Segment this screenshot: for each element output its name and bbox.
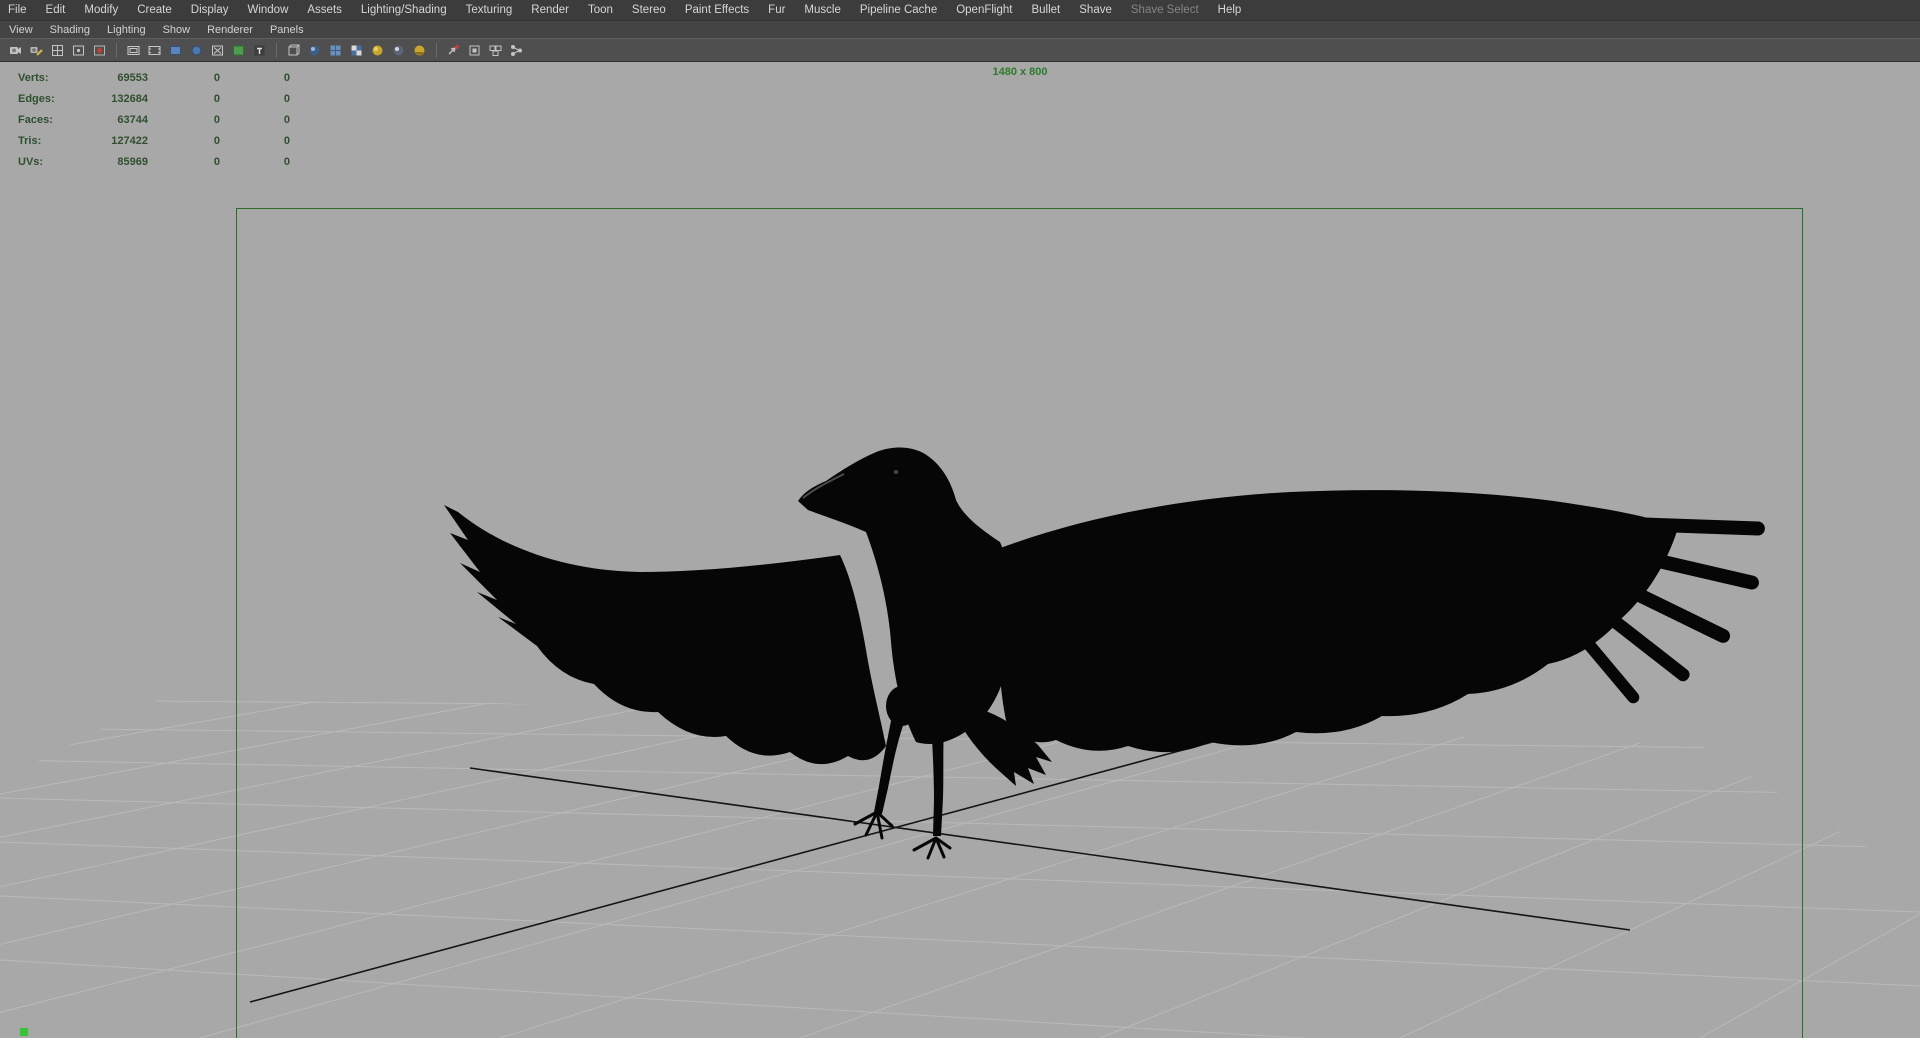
ground-grid xyxy=(0,699,1920,1038)
hud-verts-value: 69553 xyxy=(117,72,148,84)
menu-toon[interactable]: Toon xyxy=(588,4,613,16)
use-default-material-icon[interactable] xyxy=(347,41,366,60)
menu-paint-effects[interactable]: Paint Effects xyxy=(685,4,749,16)
hud-edges-value: 132684 xyxy=(111,93,148,105)
panel-menu-shading[interactable]: Shading xyxy=(50,24,90,36)
poly-count-hud: Verts: 69553 0 0 Edges: 132684 0 0 Faces… xyxy=(18,68,290,173)
hud-edges-col2: 0 xyxy=(213,93,220,105)
isolate-select-icon[interactable] xyxy=(444,41,463,60)
panel-menu-renderer[interactable]: Renderer xyxy=(207,24,253,36)
main-menubar: File Edit Modify Create Display Window A… xyxy=(0,0,1920,20)
hud-edges-label: Edges: xyxy=(18,93,55,105)
menu-create[interactable]: Create xyxy=(137,4,172,16)
maya-window: File Edit Modify Create Display Window A… xyxy=(0,0,1920,1038)
hud-verts-col2: 0 xyxy=(213,72,220,84)
menu-render[interactable]: Render xyxy=(531,4,569,16)
menu-file[interactable]: File xyxy=(8,4,27,16)
menu-pipeline-cache[interactable]: Pipeline Cache xyxy=(860,4,937,16)
gate-mask-icon[interactable] xyxy=(166,41,185,60)
select-camera-icon[interactable] xyxy=(6,41,25,60)
panel-menu-panels[interactable]: Panels xyxy=(270,24,304,36)
menu-openflight[interactable]: OpenFlight xyxy=(956,4,1012,16)
multi-view-icon[interactable] xyxy=(486,41,505,60)
panel-toolbar xyxy=(0,38,1920,62)
menu-shave-select: Shave Select xyxy=(1130,4,1199,16)
textured-icon[interactable] xyxy=(326,41,345,60)
viewport-status-dot xyxy=(20,1028,28,1036)
hud-uvs-col2: 0 xyxy=(213,156,220,168)
hud-tris-label: Tris: xyxy=(18,135,42,147)
hud-verts-label: Verts: xyxy=(18,72,49,84)
eye-highlight xyxy=(894,470,898,474)
film-gate-icon[interactable] xyxy=(124,41,143,60)
menu-modify[interactable]: Modify xyxy=(84,4,118,16)
toolbar-separator xyxy=(116,42,117,58)
two-d-pan-zoom-icon[interactable] xyxy=(90,41,109,60)
menu-assets[interactable]: Assets xyxy=(307,4,342,16)
toolbar-separator xyxy=(436,42,437,58)
shadows-icon[interactable] xyxy=(389,41,408,60)
raven-model[interactable] xyxy=(444,447,1765,860)
hud-faces-col2: 0 xyxy=(213,114,220,126)
hud-faces-value: 63744 xyxy=(117,114,148,126)
resolution-gate-icon[interactable] xyxy=(145,41,164,60)
camera-attributes-icon[interactable] xyxy=(27,41,46,60)
image-plane-icon[interactable] xyxy=(69,41,88,60)
all-lights-icon[interactable] xyxy=(368,41,387,60)
hud-edges-col3: 0 xyxy=(283,93,290,105)
menu-edit[interactable]: Edit xyxy=(46,4,66,16)
menu-fur[interactable]: Fur xyxy=(768,4,785,16)
panel-menubar: View Shading Lighting Show Renderer Pane… xyxy=(0,20,1920,38)
textures-icon[interactable] xyxy=(410,41,429,60)
hud-verts-col3: 0 xyxy=(283,72,290,84)
menu-display[interactable]: Display xyxy=(191,4,229,16)
menu-window[interactable]: Window xyxy=(247,4,288,16)
hud-uvs-value: 85969 xyxy=(117,156,148,168)
hud-tris-value: 127422 xyxy=(111,135,148,147)
viewport-3d[interactable] xyxy=(0,62,1920,1038)
menu-stereo[interactable]: Stereo xyxy=(632,4,666,16)
hud-faces-col3: 0 xyxy=(283,114,290,126)
menu-muscle[interactable]: Muscle xyxy=(804,4,840,16)
safe-action-icon[interactable] xyxy=(208,41,227,60)
viewport-scene xyxy=(0,447,1920,1038)
toolbar-separator xyxy=(276,42,277,58)
hud-toggle-icon[interactable] xyxy=(250,41,269,60)
resolution-gate-label: 1480 x 800 xyxy=(992,66,1048,78)
hud-tris-col3: 0 xyxy=(283,135,290,147)
menu-texturing[interactable]: Texturing xyxy=(466,4,513,16)
panel-menu-view[interactable]: View xyxy=(9,24,33,36)
shader-network-icon[interactable] xyxy=(507,41,526,60)
menu-help[interactable]: Help xyxy=(1218,4,1242,16)
hud-uvs-label: UVs: xyxy=(18,156,44,168)
panel-menu-lighting[interactable]: Lighting xyxy=(107,24,146,36)
shaded-icon[interactable] xyxy=(305,41,324,60)
menu-bullet[interactable]: Bullet xyxy=(1031,4,1060,16)
hud-uvs-col3: 0 xyxy=(283,156,290,168)
hud-tris-col2: 0 xyxy=(213,135,220,147)
safe-title-icon[interactable] xyxy=(229,41,248,60)
hud-faces-label: Faces: xyxy=(18,114,53,126)
wireframe-icon[interactable] xyxy=(284,41,303,60)
panel-menu-show[interactable]: Show xyxy=(163,24,191,36)
menu-shave[interactable]: Shave xyxy=(1079,4,1112,16)
xray-icon[interactable] xyxy=(465,41,484,60)
menu-lighting-shading[interactable]: Lighting/Shading xyxy=(361,4,447,16)
bookmarks-icon[interactable] xyxy=(48,41,67,60)
field-chart-icon[interactable] xyxy=(187,41,206,60)
